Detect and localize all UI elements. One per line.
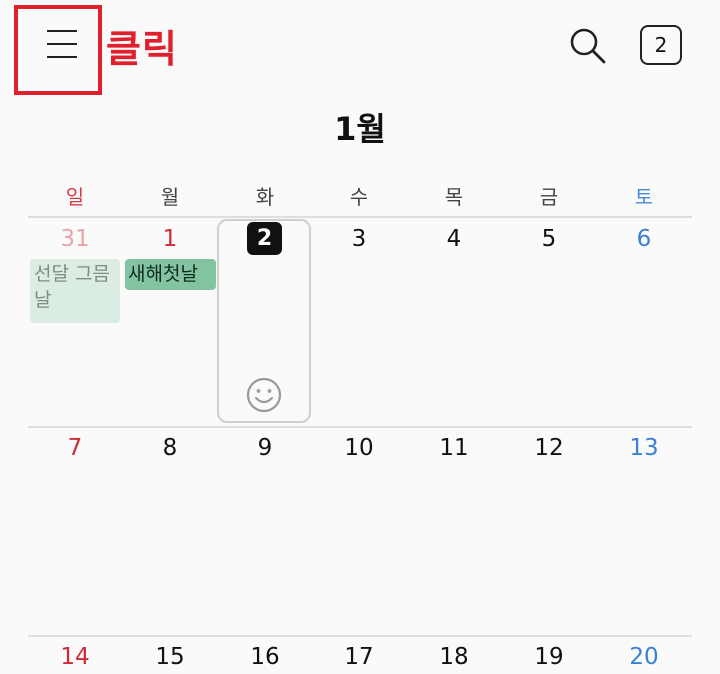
day-cell-14[interactable]: 14 bbox=[28, 644, 122, 670]
week-divider bbox=[28, 635, 692, 637]
sticker-button[interactable] bbox=[245, 376, 283, 414]
day-cell-3[interactable]: 3 bbox=[312, 226, 406, 252]
day-cell-7[interactable]: 7 bbox=[28, 435, 122, 461]
day-cell-19[interactable]: 19 bbox=[502, 644, 596, 670]
weekday-wed: 수 bbox=[349, 185, 369, 209]
day-cell-prev-31[interactable]: 31 bbox=[28, 226, 122, 252]
today-button[interactable]: 2 bbox=[640, 25, 682, 65]
search-icon bbox=[570, 28, 606, 64]
smiley-icon bbox=[246, 377, 282, 413]
weekday-tue: 화 bbox=[255, 185, 275, 209]
weekday-sun: 일 bbox=[65, 185, 85, 209]
search-button[interactable] bbox=[566, 24, 608, 66]
month-title: 1월 bbox=[334, 110, 386, 148]
event-prev-month[interactable]: 선달 그믐날 bbox=[30, 259, 120, 323]
menu-button[interactable] bbox=[40, 22, 84, 66]
menu-icon-line bbox=[47, 56, 77, 58]
day-cell-1[interactable]: 1 bbox=[123, 226, 217, 252]
day-cell-11[interactable]: 11 bbox=[407, 435, 501, 461]
week-divider bbox=[28, 216, 692, 218]
day-cell-5[interactable]: 5 bbox=[502, 226, 596, 252]
day-cell-4[interactable]: 4 bbox=[407, 226, 501, 252]
day-cell-8[interactable]: 8 bbox=[123, 435, 217, 461]
weekday-fri: 금 bbox=[539, 185, 559, 209]
day-cell-20[interactable]: 20 bbox=[597, 644, 691, 670]
event-new-year[interactable]: 새해첫날 bbox=[125, 259, 216, 290]
day-cell-18[interactable]: 18 bbox=[407, 644, 501, 670]
day-cell-16[interactable]: 16 bbox=[218, 644, 312, 670]
menu-icon-line bbox=[47, 43, 77, 45]
day-cell-6[interactable]: 6 bbox=[597, 226, 691, 252]
weekday-thu: 목 bbox=[444, 185, 464, 209]
today-date-badge[interactable]: 2 bbox=[247, 222, 282, 255]
day-cell-12[interactable]: 12 bbox=[502, 435, 596, 461]
click-annotation-label: 클릭 bbox=[106, 27, 178, 71]
day-cell-10[interactable]: 10 bbox=[312, 435, 406, 461]
weekday-sat: 토 bbox=[634, 185, 654, 209]
day-cell-15[interactable]: 15 bbox=[123, 644, 217, 670]
day-cell-17[interactable]: 17 bbox=[312, 644, 406, 670]
week-divider bbox=[28, 426, 692, 428]
day-cell-9[interactable]: 9 bbox=[218, 435, 312, 461]
menu-icon bbox=[47, 30, 77, 32]
weekday-mon: 월 bbox=[160, 185, 180, 209]
day-cell-13[interactable]: 13 bbox=[597, 435, 691, 461]
